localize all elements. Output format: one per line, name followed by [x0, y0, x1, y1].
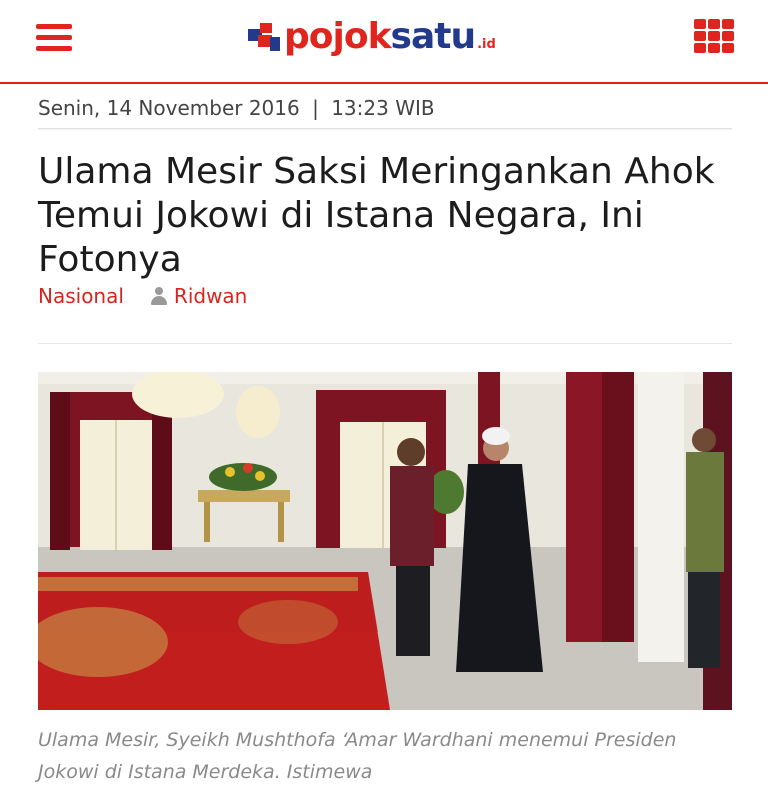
author-byline[interactable]: Ridwan: [150, 284, 247, 308]
grid-menu-icon[interactable]: [694, 19, 734, 53]
hamburger-menu-icon[interactable]: [36, 24, 72, 52]
photo-caption: Ulama Mesir, Syeikh Mushthofa ‘Amar Ward…: [38, 729, 677, 783]
logo-mark-icon: [248, 21, 282, 53]
dateline-separator: |: [312, 96, 319, 120]
article-date: Senin, 14 November 2016: [38, 96, 300, 120]
site-logo[interactable]: pojoksatu .id: [248, 14, 496, 60]
article-time: 13:23 WIB: [331, 96, 435, 120]
author-link[interactable]: Ridwan: [174, 284, 247, 308]
article-photo[interactable]: [38, 372, 732, 710]
category-link[interactable]: Nasional: [38, 284, 124, 308]
divider: [38, 128, 732, 129]
user-icon: [150, 287, 168, 305]
article-meta: Nasional Ridwan: [38, 284, 247, 308]
logo-wordmark: pojoksatu: [284, 16, 476, 57]
site-header: pojoksatu .id: [0, 0, 768, 84]
logo-tld: .id: [477, 37, 496, 52]
article-dateline: Senin, 14 November 2016 | 13:23 WIB: [38, 96, 435, 120]
divider: [38, 343, 732, 344]
article-title: Ulama Mesir Saksi Meringankan Ahok Temui…: [38, 151, 715, 280]
